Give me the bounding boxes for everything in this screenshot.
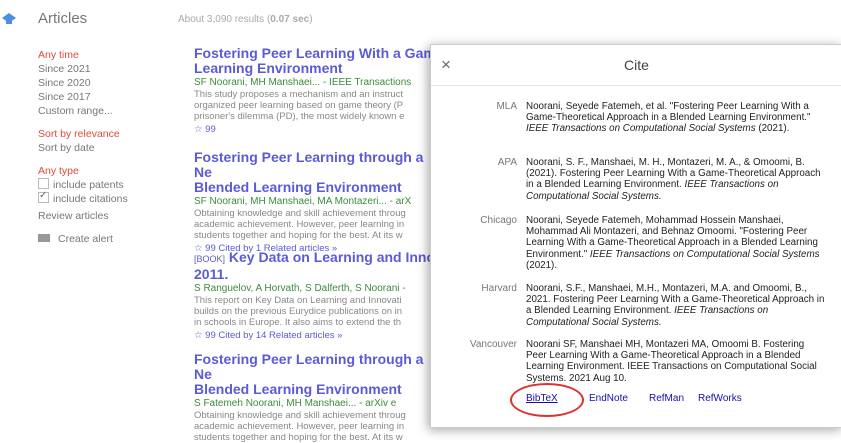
result-actions[interactable]: ☆ 99 [194,122,444,137]
citation-text[interactable]: Noorani SF, Manshaei MH, Montazeri MA, O… [526,339,826,384]
bibtex-link[interactable]: BibTeX [526,393,558,404]
result-snippet: students together and hoping for the bes… [194,230,403,241]
refworks-link[interactable]: RefWorks [698,393,742,404]
result-snippet: Obtaining knowledge and skill achievemen… [194,410,406,421]
result-actions[interactable]: ☆ 99 Cited by 14 Related articles » [194,328,444,343]
result-item: [BOOK] Key Data on Learning and Innov 20… [194,250,444,343]
filter-since-2017[interactable]: Since 2017 [38,90,168,104]
citation-text[interactable]: Noorani, Seyede Fatemeh, et al. "Fosteri… [526,101,826,135]
citation-text[interactable]: Noorani, Seyede Fatemeh, Mohammad Hossei… [526,215,826,271]
result-snippet: builds on the previous Eurydice publicat… [194,306,403,317]
result-snippet: organized peer learning based on game th… [194,100,404,111]
result-snippet: academic achievement. However, peer lear… [194,421,405,432]
result-snippet: academic achievement. However, peer lear… [194,219,405,230]
filter-any-time[interactable]: Any time [38,48,168,62]
checkbox-icon [38,178,49,189]
result-title-line2[interactable]: Learning Environment [194,61,444,76]
citation-style-label: Vancouver [469,339,517,350]
citation-style-label: MLA [496,101,517,112]
result-item: Fostering Peer Learning With a Game Lear… [194,46,444,137]
citation-style-label: APA [497,157,517,168]
citation-text[interactable]: Noorani, S.F., Manshaei, M.H., Montazeri… [526,283,826,328]
page-title: Articles [38,10,88,27]
result-authors[interactable]: SF Noorani, MH Manshaei, MA Montazeri...… [194,195,444,208]
dialog-title: Cite [624,57,649,73]
result-authors[interactable]: SF Noorani, MH Manshaei... - IEEE Transa… [194,76,444,89]
create-alert-button[interactable]: Create alert [38,232,168,246]
result-title-line2[interactable]: Blended Learning Environment [194,382,444,397]
result-authors[interactable]: S Fatemeh Noorani, MH Manshaei... - arXi… [194,397,444,410]
include-citations-checkbox[interactable]: include citations [38,189,168,206]
endnote-link[interactable]: EndNote [589,393,628,404]
envelope-icon [38,234,50,242]
book-tag: [BOOK] [194,254,226,264]
result-snippet: prisoner's dilemma (PD), the most widely… [194,111,405,122]
result-snippet: students together and hoping for the bes… [194,432,403,443]
result-snippet: in schools in Europe. It also aims to ex… [194,317,402,328]
top-bar: Articles About 3,090 results (0.07 sec) [0,0,841,38]
result-snippet: This report on Key Data on Learning and … [194,295,402,306]
scholar-logo-icon[interactable] [2,12,16,26]
result-authors[interactable]: S Ranguelov, A Horvath, S Dalferth, S No… [194,282,444,295]
citation-text[interactable]: Noorani, S. F., Manshaei, M. H., Montaze… [526,157,826,202]
dialog-header: × Cite [431,45,841,86]
refman-link[interactable]: RefMan [649,393,684,404]
result-title[interactable]: Fostering Peer Learning With a Game [194,46,444,61]
include-patents-checkbox[interactable]: include patents [38,178,168,192]
result-item: Fostering Peer Learning through a Ne Ble… [194,150,444,256]
filter-custom-range[interactable]: Custom range... [38,104,168,118]
result-item: Fostering Peer Learning through a Ne Ble… [194,352,444,443]
sort-by-date[interactable]: Sort by date [38,141,168,155]
filter-since-2020[interactable]: Since 2020 [38,76,168,90]
result-title-line2[interactable]: 2011. [194,267,444,282]
sort-by-relevance[interactable]: Sort by relevance [38,127,168,141]
checkbox-checked-icon [38,189,49,203]
filter-any-type[interactable]: Any type [38,164,168,178]
result-title[interactable]: Fostering Peer Learning through a Ne [194,352,444,382]
review-articles-filter[interactable]: Review articles [38,209,168,223]
cite-dialog: × Cite MLA Noorani, Seyede Fatemeh, et a… [430,44,841,428]
result-title[interactable]: Fostering Peer Learning through a Ne [194,150,444,180]
result-title[interactable]: [BOOK] Key Data on Learning and Innov [194,250,444,267]
results-count: About 3,090 results (0.07 sec) [178,14,313,25]
citation-style-label: Chicago [480,215,517,226]
result-snippet: Obtaining knowledge and skill achievemen… [194,208,406,219]
citation-style-label: Harvard [481,283,517,294]
sidebar: Any time Since 2021 Since 2020 Since 201… [38,48,168,246]
result-title-line2[interactable]: Blended Learning Environment [194,180,444,195]
result-snippet: This study proposes a mechanism and an i… [194,89,404,100]
filter-since-2021[interactable]: Since 2021 [38,62,168,76]
